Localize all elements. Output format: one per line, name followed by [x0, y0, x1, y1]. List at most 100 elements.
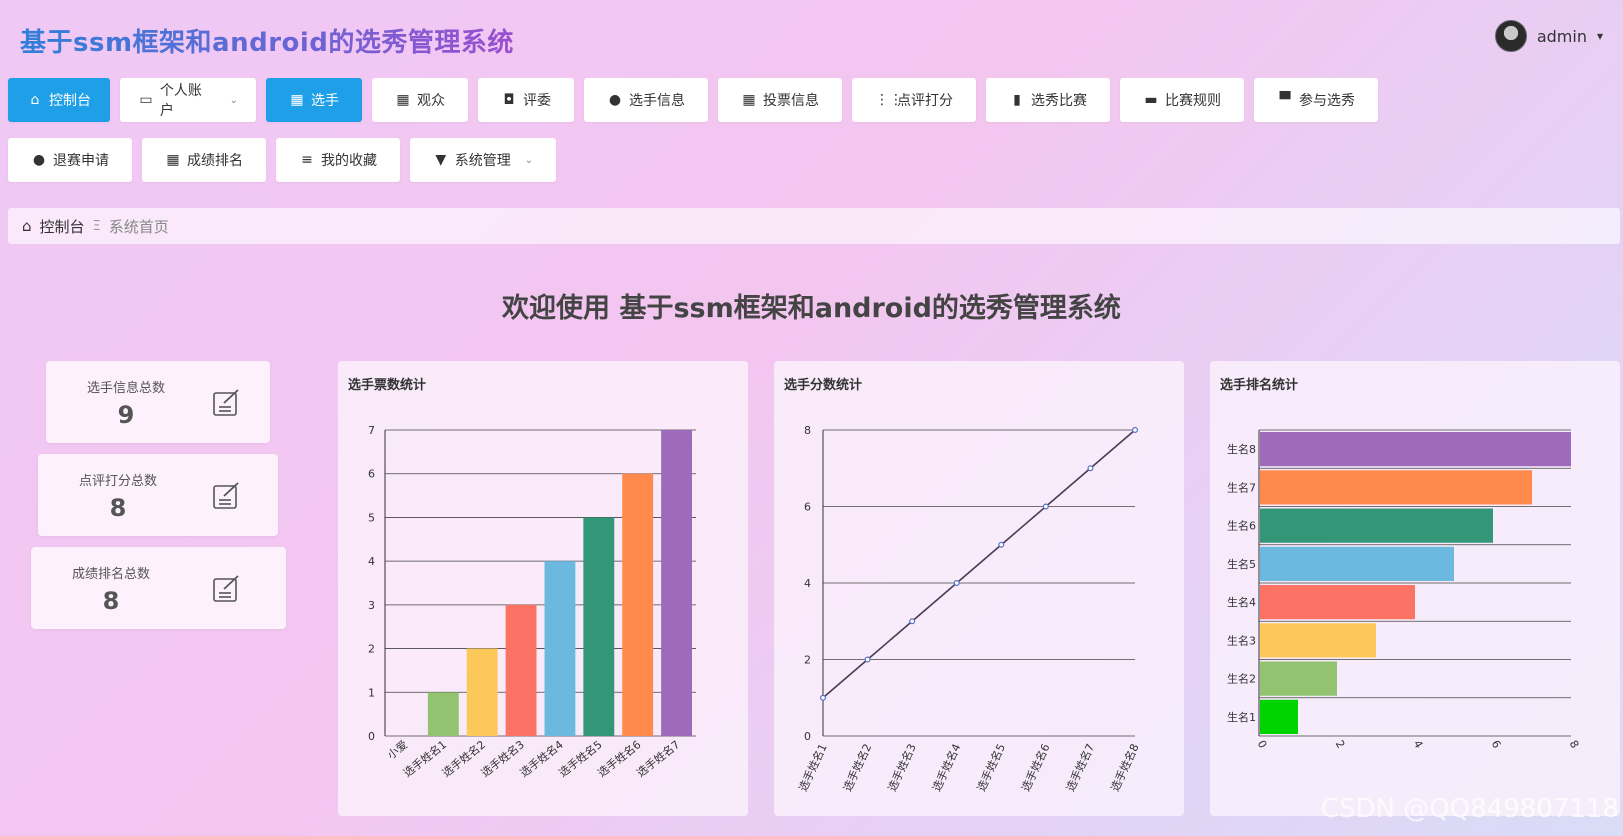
data-point — [1132, 426, 1139, 433]
chart-title: 选手排名统计 — [1220, 378, 1299, 393]
scores-line-chart: 0 2 4 6 8 选手姓名1 选手姓名2 选手姓名3 选手姓名4 选手姓名5 选手姓名6 选手姓名7… — [795, 424, 1141, 793]
nav-vote-info[interactable]: ▦ 投票信息 — [718, 78, 842, 122]
nav-withdraw[interactable]: ● 退赛申请 — [8, 138, 132, 182]
sliders-icon: ≡ — [301, 152, 313, 168]
stat-card-reviews: 点评打分总数 8 — [38, 454, 278, 536]
nav-participate[interactable]: ▀ 参与选秀 — [1254, 78, 1378, 122]
wallet-icon: ▭ — [139, 92, 153, 108]
nav-label: 选手信息 — [629, 93, 685, 109]
y-tick-label: 6 — [804, 501, 811, 514]
nav-label: 评委 — [523, 93, 551, 109]
y-tick-label: 生名3 — [1227, 633, 1256, 647]
home-icon[interactable]: ⌂ — [22, 217, 32, 235]
breadcrumb-home[interactable]: 控制台 — [40, 216, 85, 237]
grid-icon: ▦ — [742, 92, 756, 108]
x-tick-label: 选手姓名5 — [974, 741, 1008, 793]
bar — [583, 517, 615, 736]
y-tick-label: 7 — [368, 424, 375, 437]
watermark: CSDN @QQ849807118 — [1320, 794, 1619, 824]
nav-favorites[interactable]: ≡ 我的收藏 — [276, 138, 400, 182]
x-tick-label: 8 — [1567, 738, 1582, 751]
nav-system-admin[interactable]: ▼ 系统管理 ⌄ — [410, 138, 556, 182]
nav-personal-account[interactable]: ▭ 个人账户 ⌄ — [120, 78, 256, 122]
caret-down-icon[interactable]: ▾ — [1597, 29, 1603, 43]
data-point — [953, 580, 960, 587]
welcome-heading: 欢迎使用 基于ssm框架和android的选秀管理系统 — [502, 293, 1121, 324]
bar — [1260, 661, 1337, 696]
bar — [1260, 470, 1532, 505]
stat-value: 8 — [102, 587, 120, 615]
y-tick-label: 4 — [804, 577, 811, 590]
app-title: 基于ssm框架和android的选秀管理系统 — [20, 22, 514, 59]
x-tick-label: 选手姓名6 — [1018, 741, 1052, 793]
nav-review-score[interactable]: ⋮⋮ 点评打分 — [852, 78, 976, 122]
nav-label: 选秀比赛 — [1031, 93, 1087, 109]
bar-chart-icon: ▮ — [1013, 92, 1021, 108]
bar — [427, 692, 459, 736]
x-tick-label: 选手姓名8 — [1107, 741, 1141, 793]
nav-competition[interactable]: ▮ 选秀比赛 — [986, 78, 1110, 122]
grid-icon: ▦ — [290, 92, 304, 108]
y-tick-label: 生名1 — [1227, 710, 1256, 724]
chart-title: 选手分数统计 — [784, 378, 863, 393]
avatar[interactable] — [1494, 20, 1527, 52]
nav-rules[interactable]: ▬ 比赛规则 — [1120, 78, 1244, 122]
nav-ranking[interactable]: ▦ 成绩排名 — [142, 138, 266, 182]
x-tick-label: 选手姓名1 — [795, 741, 829, 793]
y-tick-label: 生名2 — [1227, 672, 1256, 686]
nav-contestant-info[interactable]: ● 选手信息 — [584, 78, 708, 122]
top-nav: ⌂ 控制台 ▭ 个人账户 ⌄ ▦ 选手 ▦ 观众 ◘ 评委 ● 选手信息 ▦ 投… — [8, 78, 1508, 182]
breadcrumb-current: 系统首页 — [108, 217, 169, 236]
nav-label: 个人账户 — [159, 83, 202, 119]
bar — [1260, 432, 1571, 467]
bulb-icon: ● — [32, 152, 46, 168]
data-point — [998, 541, 1005, 548]
user-menu[interactable]: admin ▾ — [1494, 20, 1603, 52]
bar — [622, 473, 654, 736]
y-tick-label: 1 — [368, 686, 375, 699]
y-tick-label: 生名7 — [1227, 480, 1256, 494]
x-tick-label: 选手姓名4 — [929, 741, 963, 793]
bar — [1260, 623, 1376, 658]
nav-contestant[interactable]: ▦ 选手 — [266, 78, 362, 122]
x-tick-label: 4 — [1411, 738, 1426, 751]
nav-label: 观众 — [417, 93, 445, 109]
bar — [1260, 508, 1493, 543]
nav-audience[interactable]: ▦ 观众 — [372, 78, 468, 122]
x-tick-label: 小爱 — [385, 738, 410, 762]
edit-icon — [213, 389, 239, 416]
nav-dashboard[interactable]: ⌂ 控制台 — [8, 78, 110, 122]
bar — [661, 430, 692, 736]
user-name[interactable]: admin — [1537, 27, 1587, 46]
bar — [544, 561, 576, 736]
ranking-chart-card: 生名1 生名2 生名3 生名4 生名5 生名6 生名7 生名8 0 2 4 6 8 选手排名统计 — [1210, 361, 1620, 816]
y-tick-label: 3 — [368, 599, 375, 612]
chart-title: 选手票数统计 — [348, 378, 427, 393]
ranking-hbar-chart: 生名1 生名2 生名3 生名4 生名5 生名6 生名7 生名8 0 2 4 6 8 — [1227, 429, 1582, 751]
stat-card-rankings: 成绩排名总数 8 — [31, 547, 286, 629]
y-tick-label: 2 — [368, 643, 375, 656]
stat-value: 9 — [117, 401, 135, 429]
nav-label: 比赛规则 — [1165, 93, 1221, 109]
nav-label: 参与选秀 — [1299, 93, 1355, 109]
home-icon: ⌂ — [30, 92, 40, 108]
data-point — [864, 656, 871, 663]
bar — [1260, 585, 1415, 620]
x-tick-label: 0 — [1255, 738, 1270, 751]
stat-label: 点评打分总数 — [78, 474, 157, 489]
y-tick-label: 生名8 — [1227, 442, 1256, 456]
inbox-icon: ▀ — [1279, 92, 1291, 108]
brush-icon: ▼ — [435, 152, 447, 168]
apps-icon: ⋮⋮ — [875, 92, 903, 108]
y-tick-label: 0 — [804, 730, 811, 743]
y-tick-label: 4 — [368, 555, 375, 568]
edit-icon — [213, 482, 239, 509]
y-tick-label: 6 — [368, 468, 375, 481]
nav-judge[interactable]: ◘ 评委 — [478, 78, 574, 122]
data-point — [909, 618, 916, 625]
nav-label: 系统管理 — [454, 153, 511, 169]
x-tick-label: 2 — [1333, 738, 1348, 751]
bar — [505, 604, 537, 736]
votes-chart-card: 0 1 2 3 4 5 6 7 小爱 选手姓名1 选手姓名2 选手姓名3 选手姓名4 选手姓名5 选手姓名6… — [338, 361, 748, 816]
grid-icon: ▦ — [166, 152, 180, 168]
